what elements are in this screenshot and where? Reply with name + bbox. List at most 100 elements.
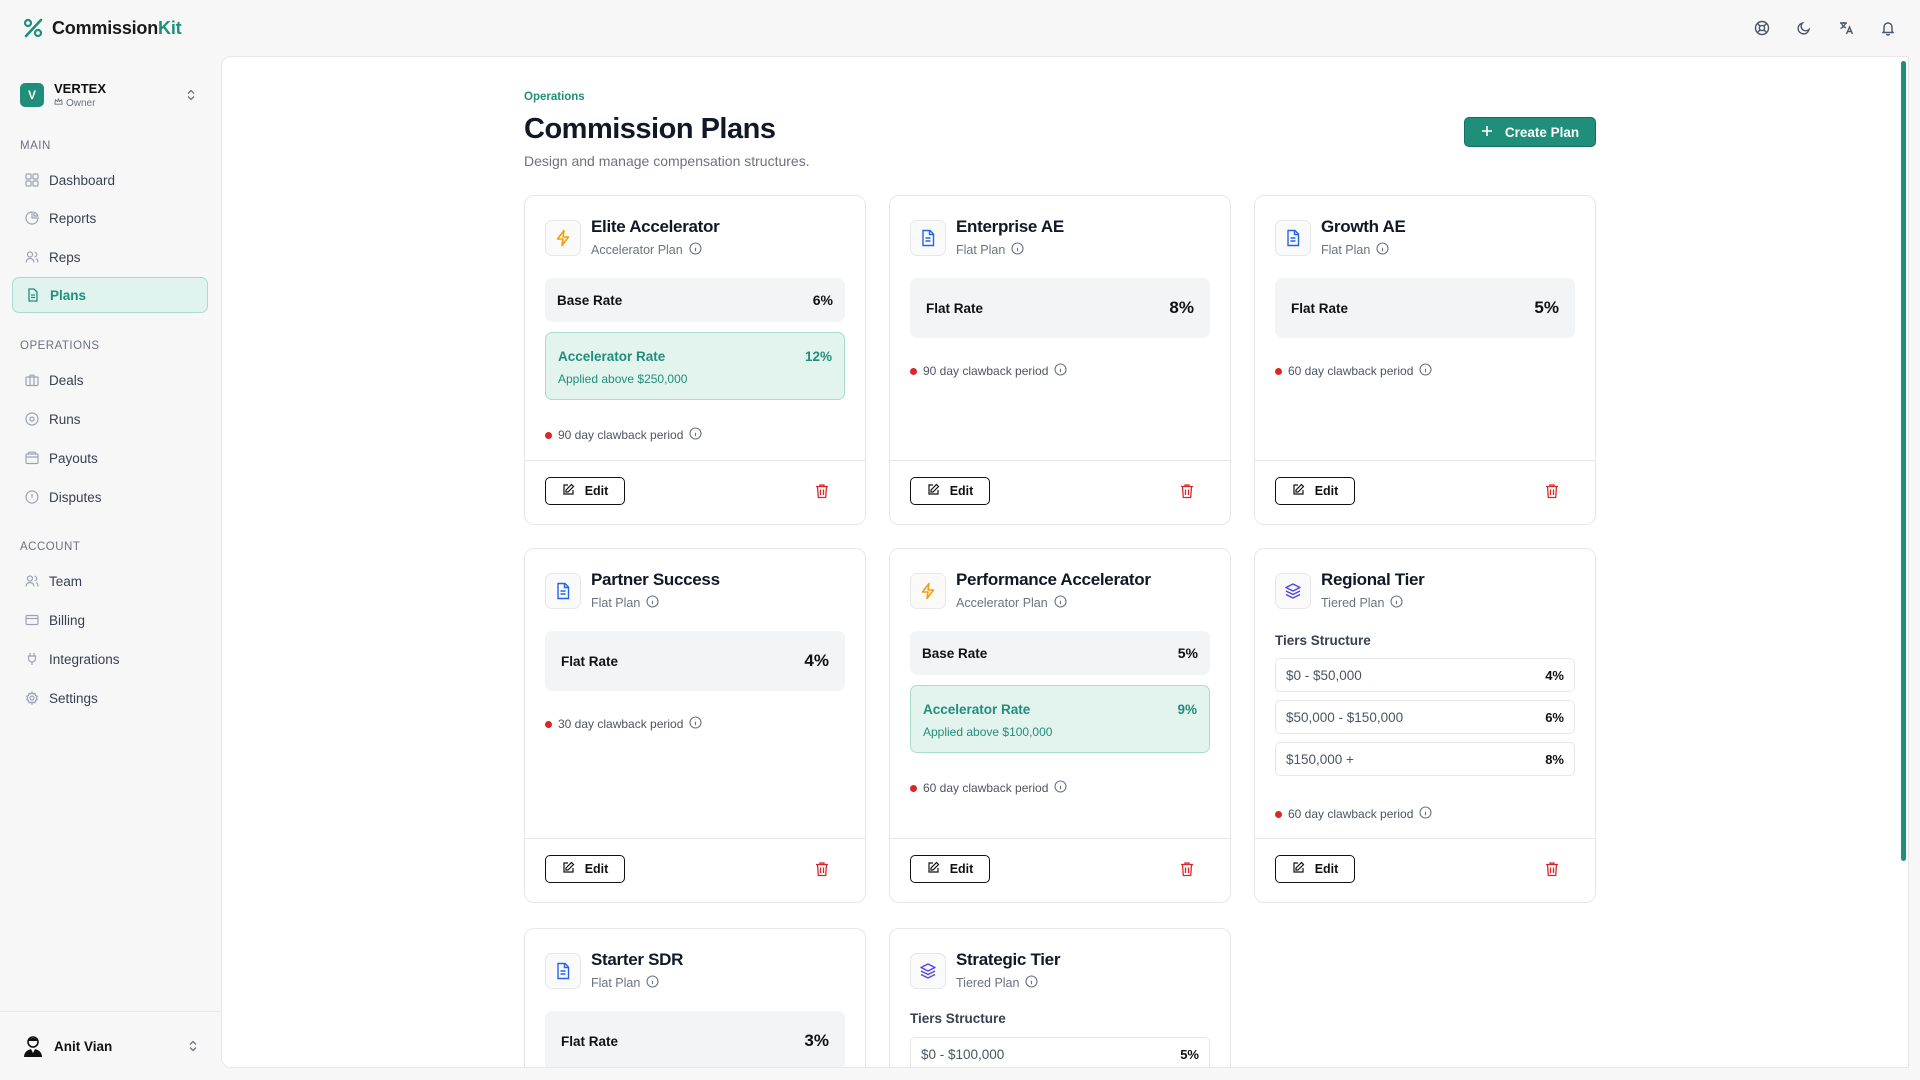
trash-icon[interactable] <box>1180 483 1196 499</box>
info-icon[interactable] <box>689 242 702 258</box>
edit-icon <box>1292 861 1305 877</box>
sidebar-item-settings[interactable]: Settings <box>12 680 208 716</box>
sidebar-item-label: Billing <box>49 612 86 628</box>
main-panel: Operations Commission Plans Design and m… <box>221 56 1909 1068</box>
sidebar-item-integrations[interactable]: Integrations <box>12 641 208 677</box>
tier-row: $50,000 - $150,000 6% <box>1275 700 1575 734</box>
trash-icon[interactable] <box>815 861 831 877</box>
sidebar-item-disputes[interactable]: Disputes <box>12 479 208 515</box>
user-menu[interactable]: Anit Vian <box>0 1011 220 1080</box>
base-rate-box: Base Rate 6% <box>545 278 845 322</box>
edit-button[interactable]: Edit <box>545 477 625 505</box>
accelerator-rate: 12% <box>804 349 832 364</box>
scrollbar[interactable] <box>1901 61 1906 861</box>
plan-type: Tiered Plan <box>1321 596 1385 610</box>
brand-logo[interactable]: CommissionKit <box>22 17 182 39</box>
plug-icon <box>24 652 39 667</box>
plan-title: Starter SDR <box>591 950 684 969</box>
clawback-info: 60 day clawback period <box>1275 363 1432 379</box>
sidebar-item-label: Deals <box>49 372 84 388</box>
rate-label: Flat Rate <box>926 300 984 316</box>
nav-section-main: MAIN <box>20 140 51 152</box>
moon-icon[interactable] <box>1794 18 1814 38</box>
info-icon[interactable] <box>1011 242 1024 258</box>
tier-range: $50,000 - $150,000 <box>1286 709 1404 725</box>
sidebar-item-dashboard[interactable]: Dashboard <box>12 162 208 198</box>
sidebar-item-plans[interactable]: Plans <box>12 277 208 313</box>
accelerator-label: Accelerator Rate <box>558 349 666 364</box>
chevron-updown-icon[interactable] <box>188 1039 198 1057</box>
sidebar-item-label: Payouts <box>49 450 98 466</box>
flat-rate-box: Flat Rate 4% <box>545 631 845 691</box>
plan-type: Accelerator Plan <box>956 596 1048 610</box>
brand-name-main: Commission <box>52 17 159 38</box>
edit-button[interactable]: Edit <box>1275 477 1355 505</box>
sidebar-item-deals[interactable]: Deals <box>12 362 208 398</box>
create-plan-button[interactable]: Create Plan <box>1464 117 1596 147</box>
document-icon <box>25 288 40 303</box>
rate-value: 5% <box>1534 298 1559 317</box>
edit-button[interactable]: Edit <box>910 477 990 505</box>
credit-card-icon <box>24 613 39 628</box>
sidebar-item-runs[interactable]: Runs <box>12 401 208 437</box>
breadcrumb[interactable]: Operations <box>524 91 585 103</box>
edit-icon <box>562 483 575 499</box>
help-icon[interactable] <box>1752 18 1772 38</box>
edit-icon <box>927 861 940 877</box>
edit-button[interactable]: Edit <box>910 855 990 883</box>
clawback-info: 60 day clawback period <box>910 780 1067 796</box>
brand-name: CommissionKit <box>52 17 182 39</box>
sidebar-item-label: Dashboard <box>49 172 116 188</box>
plan-type: Flat Plan <box>956 243 1006 257</box>
info-icon[interactable] <box>1376 242 1389 258</box>
sidebar-item-label: Team <box>49 573 83 589</box>
document-icon <box>545 953 581 989</box>
edit-button[interactable]: Edit <box>1275 855 1355 883</box>
info-icon[interactable] <box>646 975 659 991</box>
create-plan-label: Create Plan <box>1504 124 1580 140</box>
dashboard-icon <box>24 173 39 188</box>
avatar <box>24 1036 42 1057</box>
edit-label: Edit <box>584 862 609 876</box>
sidebar-item-reports[interactable]: Reports <box>12 200 208 236</box>
info-icon[interactable] <box>689 427 702 443</box>
info-icon[interactable] <box>1054 363 1067 379</box>
org-switcher[interactable]: V VERTEX Owner <box>12 74 202 116</box>
info-icon[interactable] <box>1390 595 1404 611</box>
chevron-updown-icon[interactable] <box>186 88 196 106</box>
tiers-structure-label: Tiers Structure <box>1275 633 1371 648</box>
sidebar-item-payouts[interactable]: Payouts <box>12 440 208 476</box>
flat-rate-box: Flat Rate 5% <box>1275 278 1575 338</box>
edit-label: Edit <box>949 484 974 498</box>
info-icon[interactable] <box>1054 780 1067 796</box>
trash-icon[interactable] <box>815 483 831 499</box>
sidebar-item-team[interactable]: Team <box>12 563 208 599</box>
tier-range: $0 - $50,000 <box>1286 667 1362 683</box>
edit-icon <box>1292 483 1305 499</box>
info-icon[interactable] <box>1419 806 1432 822</box>
trash-icon[interactable] <box>1545 483 1561 499</box>
clawback-info: 90 day clawback period <box>910 363 1067 379</box>
bell-icon[interactable] <box>1878 18 1898 38</box>
edit-label: Edit <box>1314 484 1339 498</box>
info-icon[interactable] <box>646 595 659 611</box>
tier-rate: 6% <box>1545 709 1564 725</box>
edit-button[interactable]: Edit <box>545 855 625 883</box>
accelerator-box: Accelerator Rate 9% Applied above $100,00… <box>910 685 1210 753</box>
trash-icon[interactable] <box>1180 861 1196 877</box>
info-icon[interactable] <box>1025 975 1039 991</box>
edit-label: Edit <box>949 862 974 876</box>
tier-range: $0 - $100,000 <box>921 1046 1005 1062</box>
sidebar-item-billing[interactable]: Billing <box>12 602 208 638</box>
org-role: Owner <box>66 97 96 109</box>
edit-icon <box>562 861 575 877</box>
info-icon[interactable] <box>1054 595 1067 611</box>
sidebar-item-label: Plans <box>50 287 87 303</box>
tier-rate: 5% <box>1180 1046 1199 1062</box>
sidebar-item-reps[interactable]: Reps <box>12 239 208 275</box>
trash-icon[interactable] <box>1545 861 1561 877</box>
info-icon[interactable] <box>1419 363 1432 379</box>
info-icon[interactable] <box>689 716 702 732</box>
translate-icon[interactable] <box>1836 18 1856 38</box>
plan-type: Flat Plan <box>591 976 641 990</box>
